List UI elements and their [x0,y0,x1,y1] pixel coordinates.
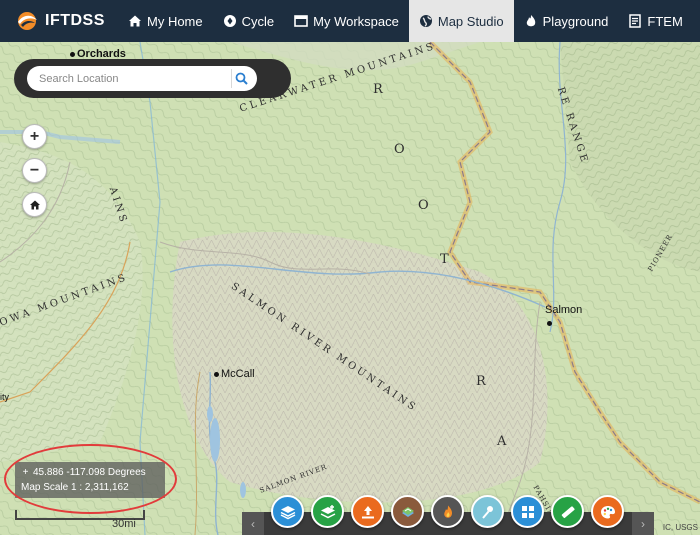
globe-icon [419,15,432,27]
nav-my-home[interactable]: My Home [118,0,213,42]
attribution: IC, USGS [662,523,698,532]
zoom-in-button[interactable]: + [22,124,47,149]
brand[interactable]: IFTDSS [0,0,118,42]
toolbar-scroll-right-button[interactable]: › [632,512,654,535]
draw-tool-button[interactable] [471,495,504,528]
search-panel [14,59,291,98]
upload-icon [361,505,374,518]
palette-icon [600,505,615,518]
search-box [27,66,257,91]
nav-my-workspace[interactable]: My Workspace [284,0,409,42]
draw-pin-icon [481,505,493,519]
search-icon [235,72,248,85]
nav-map-studio[interactable]: Map Studio [408,0,514,42]
map-toolbar: ‹ › [242,495,654,535]
highlight-annotation-ring [4,444,177,514]
fire-icon [443,505,452,518]
map-canvas[interactable]: CLEARWATER MOUNTAINS SALMON RIVER MOUNTA… [0,42,700,535]
home-icon [29,200,40,209]
nav-label: Cycle [241,13,275,29]
top-navbar: IFTDSS My Home Cycle My Workspace Map St… [0,0,700,42]
label-bitterroot-r2: R [476,374,489,389]
search-location-input[interactable] [27,66,217,91]
town-mccall: McCall [214,368,255,380]
home-extent-button[interactable] [22,192,47,217]
toolbar-scroll-left-button[interactable]: ‹ [242,512,264,535]
brand-name: IFTDSS [45,12,105,29]
nav-label: My Workspace [313,13,399,29]
add-layers-icon [320,504,335,518]
town-salmon-dot [547,317,554,329]
town-partial: ity [0,392,9,402]
terrain-layers-icon [401,506,414,517]
ruler-icon [561,505,575,518]
document-icon [629,14,642,28]
label-bitterroot-o2: O [418,198,432,213]
label-bitterroot-a: A [497,434,510,449]
upload-tool-button[interactable] [351,495,384,528]
nav-playground[interactable]: Playground [514,0,619,42]
grid-icon [521,505,534,518]
nav-label: Map Studio [437,13,504,29]
nav-label: FTEM [647,13,683,29]
workspace-icon [294,15,308,27]
label-bitterroot-o1: O [394,142,408,157]
town-label: Salmon [545,304,583,316]
cycle-icon [223,15,236,27]
nav-label: My Home [147,13,203,29]
label-bitterroot-r: R [373,82,386,97]
town-dot [214,371,219,377]
layers-tool-button[interactable] [271,495,304,528]
flame-logo-icon [18,12,37,30]
fire-tool-button[interactable] [431,495,464,528]
zoom-out-button[interactable]: − [22,158,47,183]
nav-ftem[interactable]: FTEM [618,0,692,42]
search-button[interactable] [231,69,251,88]
town-label: McCall [221,368,255,380]
town-salmon: Salmon [545,304,582,316]
town-dot [70,51,75,57]
nav-label: Playground [542,13,609,29]
label-bitterroot-t: T [440,252,452,267]
nav-cycle[interactable]: Cycle [213,0,285,42]
terrain-tool-button[interactable] [391,495,424,528]
add-layers-tool-button[interactable] [311,495,344,528]
town-dot [547,320,552,326]
scalebar-label: 30mi [112,518,136,530]
fire-icon [526,15,535,27]
layers-icon [280,505,295,519]
palette-tool-button[interactable] [591,495,624,528]
measure-tool-button[interactable] [551,495,584,528]
grid-tool-button[interactable] [511,495,544,528]
home-icon [129,15,141,27]
